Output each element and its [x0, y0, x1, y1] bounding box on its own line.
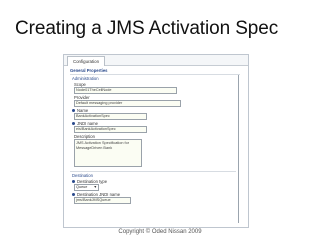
destination-jndi-input[interactable]: jms/BankJMSQueue [74, 197, 131, 204]
scope-field: Node01TheCellNode [74, 87, 177, 94]
required-marker-icon [72, 193, 75, 196]
administration-heading: Administration [72, 76, 99, 81]
destination-type-value: Queue [76, 185, 88, 189]
required-marker-icon [72, 180, 75, 183]
destination-type-select[interactable]: Queue ▼ [74, 184, 99, 191]
section-divider [70, 171, 236, 172]
slide-title: Creating a JMS Activation Spec [15, 18, 279, 39]
tab-configuration[interactable]: Configuration [67, 56, 105, 66]
activation-spec-screenshot: Configuration General Properties Adminis… [63, 54, 249, 228]
required-marker-icon [72, 109, 75, 112]
general-properties-heading: General Properties [70, 68, 108, 73]
scroll-divider [238, 75, 239, 223]
provider-field: Default messaging provider [74, 100, 181, 107]
jndi-name-input[interactable]: eis/BankActivationSpec [74, 126, 147, 133]
copyright-footer: Copyright © Oded Nissan 2009 [118, 229, 202, 235]
destination-heading: Destination [72, 173, 93, 178]
description-textarea[interactable]: JMS Activation Specification for Message… [74, 139, 142, 167]
tab-bar: Configuration [64, 55, 248, 66]
required-marker-icon [72, 122, 75, 125]
section-divider [70, 74, 240, 75]
name-input[interactable]: BankActivationSpec [74, 113, 147, 120]
chevron-down-icon: ▼ [93, 185, 97, 189]
